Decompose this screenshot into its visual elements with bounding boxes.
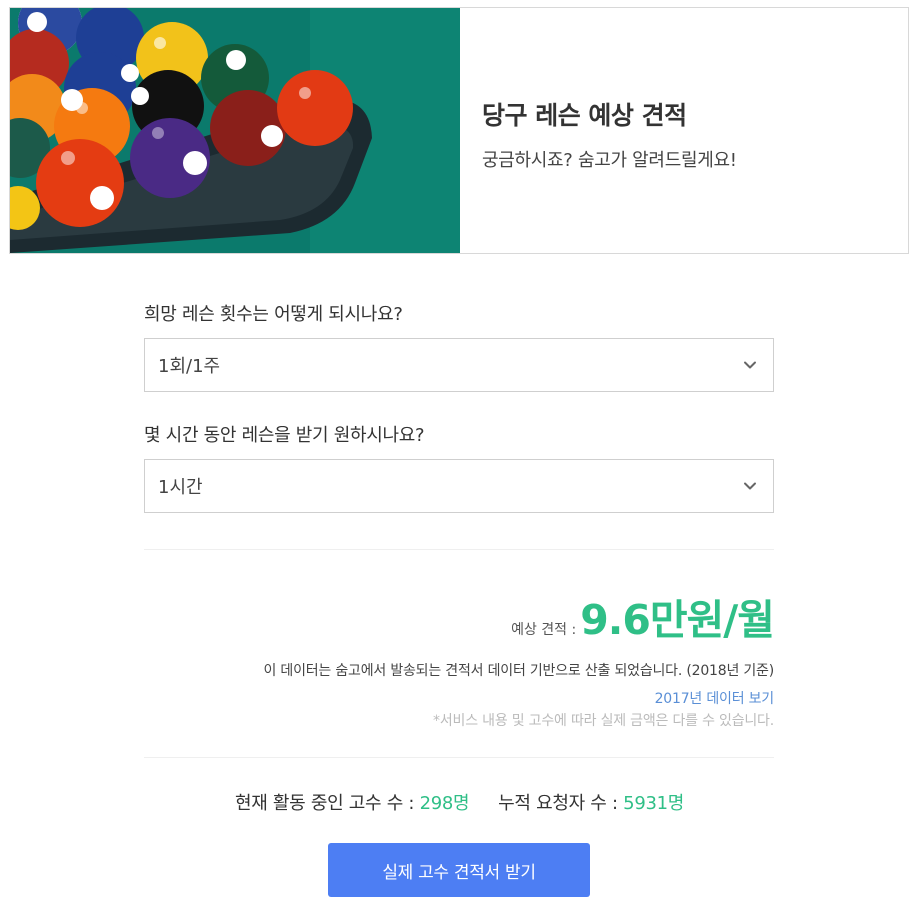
estimate-value: 9.6만원/월 [580, 596, 775, 644]
estimate-form: 희망 레슨 횟수는 어떻게 되시나요? 1회/1주 몇 시간 동안 레슨을 받기… [144, 300, 774, 513]
chevron-down-icon [744, 482, 756, 490]
divider [144, 757, 774, 758]
active-pros-count: 298명 [419, 793, 470, 814]
active-pros-label: 현재 활동 중인 고수 수 : [234, 793, 415, 814]
page-subtitle: 궁금하시죠? 숨고가 알려드릴게요! [482, 150, 737, 171]
estimate-label: 예상 견적 : [511, 622, 577, 638]
lesson-frequency-label: 희망 레슨 횟수는 어떻게 되시나요? [144, 304, 403, 325]
lesson-frequency-value: 1회/1주 [158, 356, 221, 377]
estimate-result: 예상 견적 : 9.6만원/월 [511, 586, 775, 646]
total-requests-label: 누적 요청자 수 : [498, 793, 618, 814]
view-2017-data-link[interactable]: 2017년 데이터 보기 [655, 688, 775, 708]
get-quotes-button[interactable]: 실제 고수 견적서 받기 [328, 843, 590, 897]
hero-text: 당구 레슨 예상 견적 궁금하시죠? 숨고가 알려드릴게요! [482, 96, 737, 172]
lesson-frequency-select[interactable]: 1회/1주 [144, 338, 774, 392]
lesson-duration-label: 몇 시간 동안 레슨을 받기 원하시나요? [144, 425, 425, 446]
page-title: 당구 레슨 예상 견적 [482, 101, 687, 130]
divider [144, 549, 774, 550]
data-source-note: 이 데이터는 숨고에서 발송되는 견적서 데이터 기반으로 산출 되었습니다. … [263, 663, 774, 679]
lesson-duration-value: 1시간 [158, 477, 203, 498]
stats-bar: 현재 활동 중인 고수 수 : 298명 누적 요청자 수 : 5931명 [0, 789, 919, 815]
billiard-balls-image [10, 8, 460, 253]
hero-banner: 당구 레슨 예상 견적 궁금하시죠? 숨고가 알려드릴게요! [9, 7, 909, 254]
chevron-down-icon [744, 361, 756, 369]
total-requests-count: 5931명 [623, 793, 685, 814]
price-disclaimer: *서비스 내용 및 고수에 따라 실제 금액은 다를 수 있습니다. [433, 713, 774, 729]
lesson-duration-select[interactable]: 1시간 [144, 459, 774, 513]
